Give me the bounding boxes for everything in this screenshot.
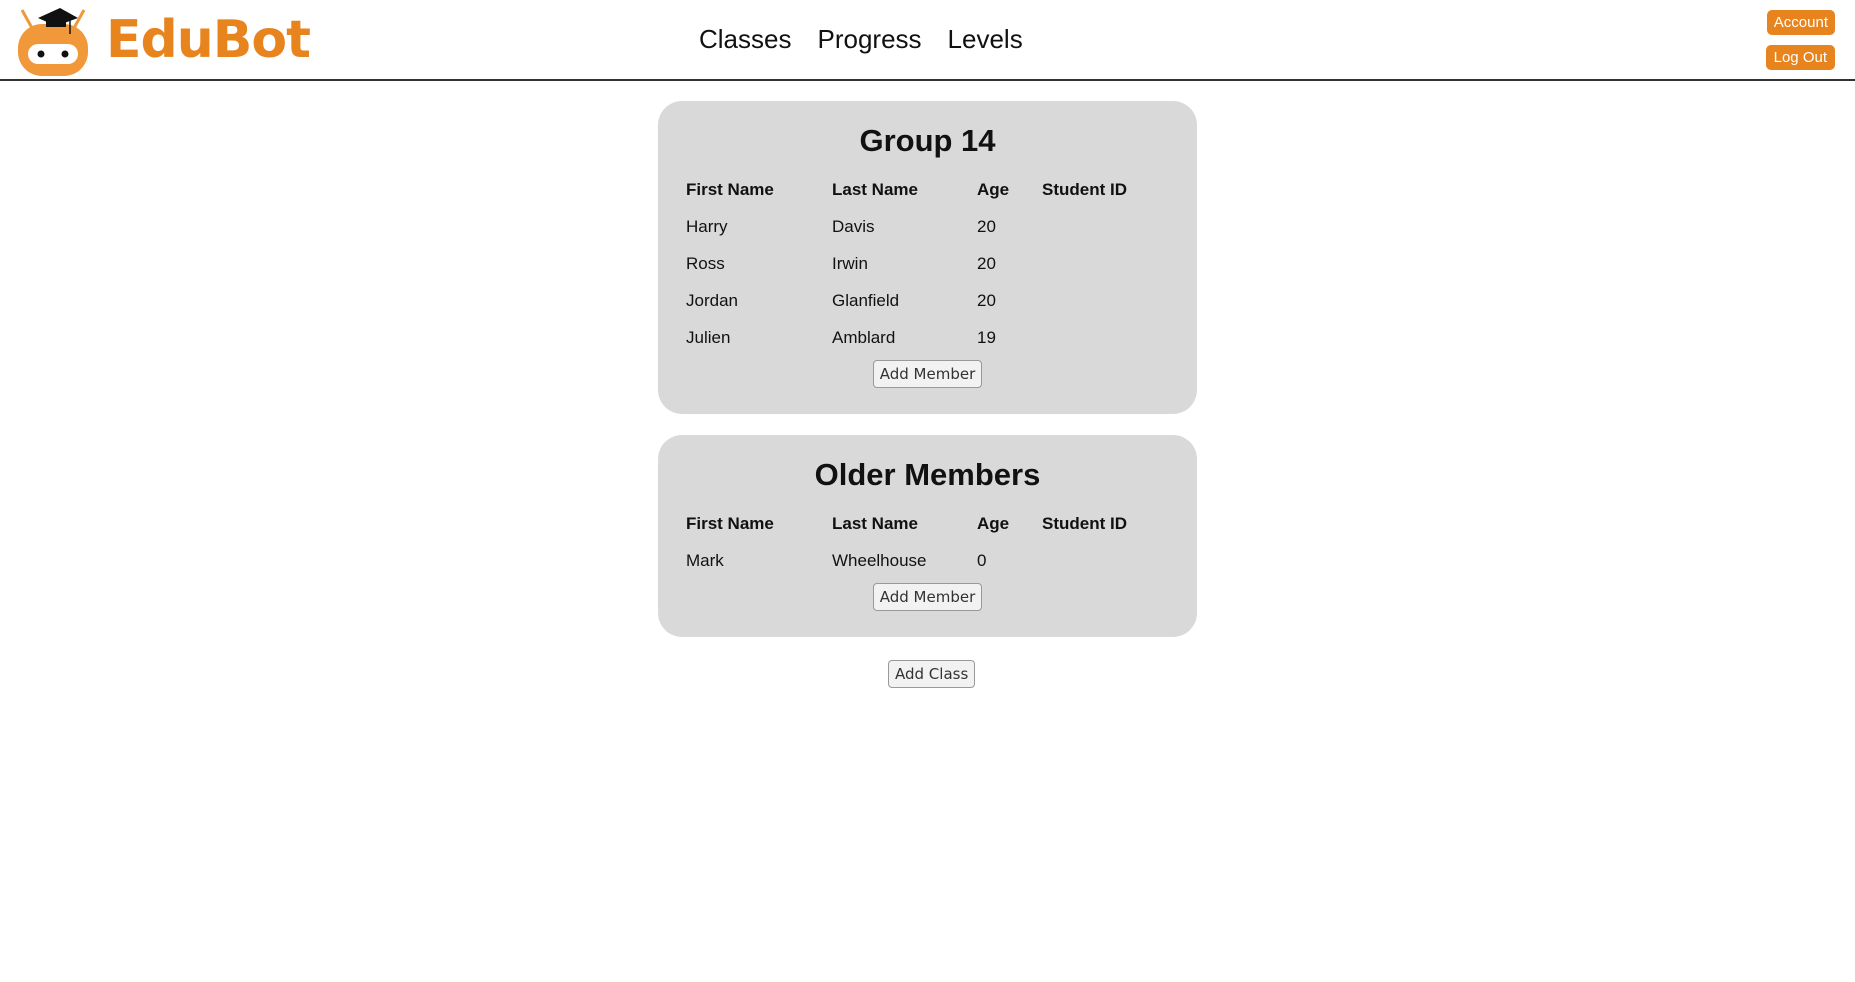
age: 0 xyxy=(977,550,987,570)
col-student-id: Student ID xyxy=(1042,513,1127,533)
student-id xyxy=(1042,208,1162,245)
col-last-name: Last Name xyxy=(832,513,918,533)
main-nav: Classes Progress Levels xyxy=(699,24,1023,55)
last-name: Davis xyxy=(832,216,875,236)
class-card: Older Members First Name Last Name Age S… xyxy=(658,435,1197,637)
col-age: Age xyxy=(977,179,1010,199)
col-last-name: Last Name xyxy=(832,179,918,199)
col-student-id: Student ID xyxy=(1042,179,1127,199)
edubot-logo-icon xyxy=(18,8,88,76)
col-first-name: First Name xyxy=(686,513,774,533)
student-id xyxy=(1042,245,1162,282)
nav-levels[interactable]: Levels xyxy=(948,24,1023,55)
age: 19 xyxy=(977,327,996,347)
table-header: First Name Last Name Age Student ID xyxy=(686,171,1162,208)
col-age: Age xyxy=(977,513,1010,533)
student-id xyxy=(1042,542,1162,579)
class-card: Group 14 First Name Last Name Age Studen… xyxy=(658,101,1197,414)
age: 20 xyxy=(977,290,996,310)
age: 20 xyxy=(977,253,996,273)
first-name: Ross xyxy=(686,253,725,273)
table-header: First Name Last Name Age Student ID xyxy=(686,505,1162,542)
nav-classes[interactable]: Classes xyxy=(699,24,791,55)
add-class-button[interactable]: Add Class xyxy=(888,660,976,688)
table-row: Harry Davis 20 xyxy=(686,208,1162,245)
class-title: Older Members xyxy=(814,457,1041,492)
add-member-button[interactable]: Add Member xyxy=(872,583,983,611)
col-first-name: First Name xyxy=(686,179,774,199)
class-title: Group 14 xyxy=(859,123,996,158)
last-name: Amblard xyxy=(832,327,896,347)
student-id xyxy=(1042,282,1162,319)
table-row: Jordan Glanfield 20 xyxy=(686,282,1162,319)
members-table: First Name Last Name Age Student ID Harr… xyxy=(686,171,1162,356)
add-member-button[interactable]: Add Member xyxy=(872,360,983,388)
last-name: Wheelhouse xyxy=(832,550,927,570)
age: 20 xyxy=(977,216,996,236)
first-name: Harry xyxy=(686,216,728,236)
account-button[interactable]: Account xyxy=(1766,10,1835,35)
header: EduBot Classes Progress Levels Account L… xyxy=(0,0,1855,81)
nav-progress[interactable]: Progress xyxy=(817,24,921,55)
logout-button[interactable]: Log Out xyxy=(1765,45,1835,70)
table-row: Julien Amblard 19 xyxy=(686,319,1162,356)
table-row: Ross Irwin 20 xyxy=(686,245,1162,282)
last-name: Irwin xyxy=(832,253,868,273)
first-name: Mark xyxy=(686,550,724,570)
first-name: Julien xyxy=(686,327,731,347)
members-table: First Name Last Name Age Student ID Mark… xyxy=(686,505,1162,579)
first-name: Jordan xyxy=(686,290,738,310)
table-row: Mark Wheelhouse 0 xyxy=(686,542,1162,579)
student-id xyxy=(1042,319,1162,356)
last-name: Glanfield xyxy=(832,290,900,310)
brand-name[interactable]: EduBot xyxy=(106,10,311,70)
